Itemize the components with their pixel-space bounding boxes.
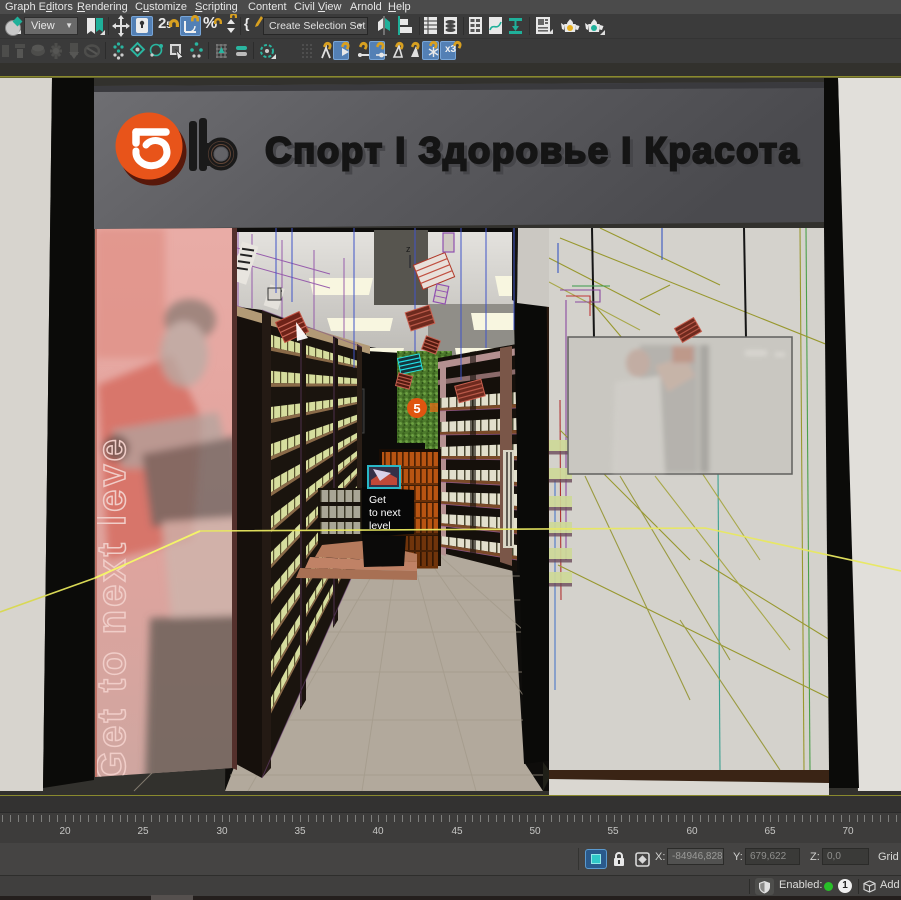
svg-text:to next: to next	[369, 507, 401, 519]
svg-text:5: 5	[413, 401, 420, 416]
svg-text:Get: Get	[369, 494, 386, 506]
svg-text:Спорт I Здоровье I Красота: Спорт I Здоровье I Красота	[265, 130, 799, 171]
svg-text:z: z	[406, 244, 411, 254]
